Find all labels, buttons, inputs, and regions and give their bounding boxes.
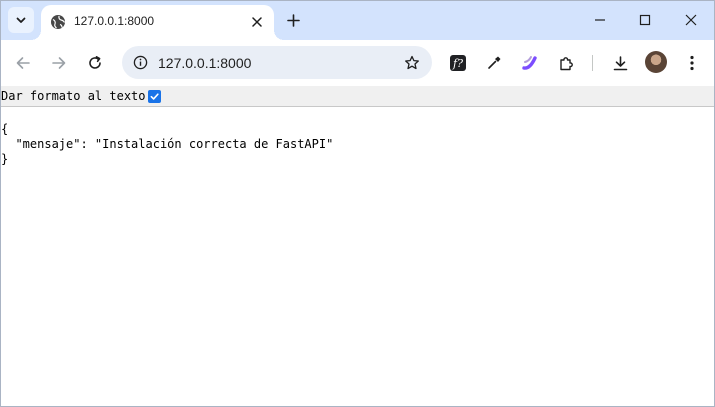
slash-icon <box>522 56 537 70</box>
url-text[interactable]: 127.0.0.1:8000 <box>158 55 251 71</box>
browser-toolbar: 127.0.0.1:8000 f? <box>0 40 715 86</box>
plus-icon <box>286 13 300 27</box>
svg-text:f?: f? <box>452 57 463 70</box>
downloads-button[interactable] <box>606 49 634 77</box>
star-icon <box>404 55 419 69</box>
close-window-button[interactable] <box>668 0 714 40</box>
arrow-right-icon <box>52 57 66 69</box>
browser-menu-button[interactable] <box>678 49 706 77</box>
new-tab-button[interactable] <box>281 8 305 32</box>
chevron-down-icon <box>16 17 26 23</box>
json-line: "mensaje": "Instalación correcta de Fast… <box>1 137 334 151</box>
extension-purple-button[interactable] <box>516 49 544 77</box>
extension-eyedropper-button[interactable] <box>480 49 508 77</box>
pretty-print-label: Dar formato al texto <box>1 89 146 103</box>
reload-icon <box>89 56 101 69</box>
globe-icon <box>51 15 66 29</box>
tab-close-button[interactable] <box>248 13 266 31</box>
download-icon <box>613 55 627 70</box>
extensions-menu-button[interactable] <box>552 49 580 77</box>
forward-button[interactable] <box>44 48 74 78</box>
reload-button[interactable] <box>80 48 110 78</box>
pretty-print-bar: Dar formato al texto <box>0 86 715 107</box>
json-close-brace: } <box>1 152 9 166</box>
tab-strip: 127.0.0.1:8000 <box>0 0 715 40</box>
address-bar[interactable]: 127.0.0.1:8000 <box>122 46 432 79</box>
json-content: { "mensaje": "Instalación correcta de Fa… <box>1 122 333 167</box>
tab-title: 127.0.0.1:8000 <box>74 14 155 28</box>
puzzle-icon <box>559 56 573 70</box>
maximize-icon <box>639 14 651 26</box>
site-info-button[interactable] <box>128 50 153 75</box>
kebab-menu-icon <box>690 55 694 71</box>
minimize-icon <box>595 19 605 21</box>
profile-avatar[interactable] <box>645 51 667 73</box>
eyedropper-icon <box>488 56 501 69</box>
close-icon <box>685 14 697 26</box>
json-open-brace: { <box>1 122 9 136</box>
bookmark-button[interactable] <box>399 50 424 75</box>
active-tab[interactable]: 127.0.0.1:8000 <box>31 5 284 40</box>
font-icon: f? <box>450 55 466 71</box>
maximize-button[interactable] <box>622 0 668 40</box>
arrow-left-icon <box>16 57 30 69</box>
toolbar-divider <box>592 55 593 71</box>
checkmark-icon <box>150 93 159 100</box>
close-icon <box>252 17 262 27</box>
back-button[interactable] <box>8 48 38 78</box>
minimize-button[interactable] <box>577 0 623 40</box>
info-icon <box>133 55 148 70</box>
pretty-print-checkbox[interactable] <box>148 90 161 103</box>
extension-font-button[interactable]: f? <box>444 49 472 77</box>
